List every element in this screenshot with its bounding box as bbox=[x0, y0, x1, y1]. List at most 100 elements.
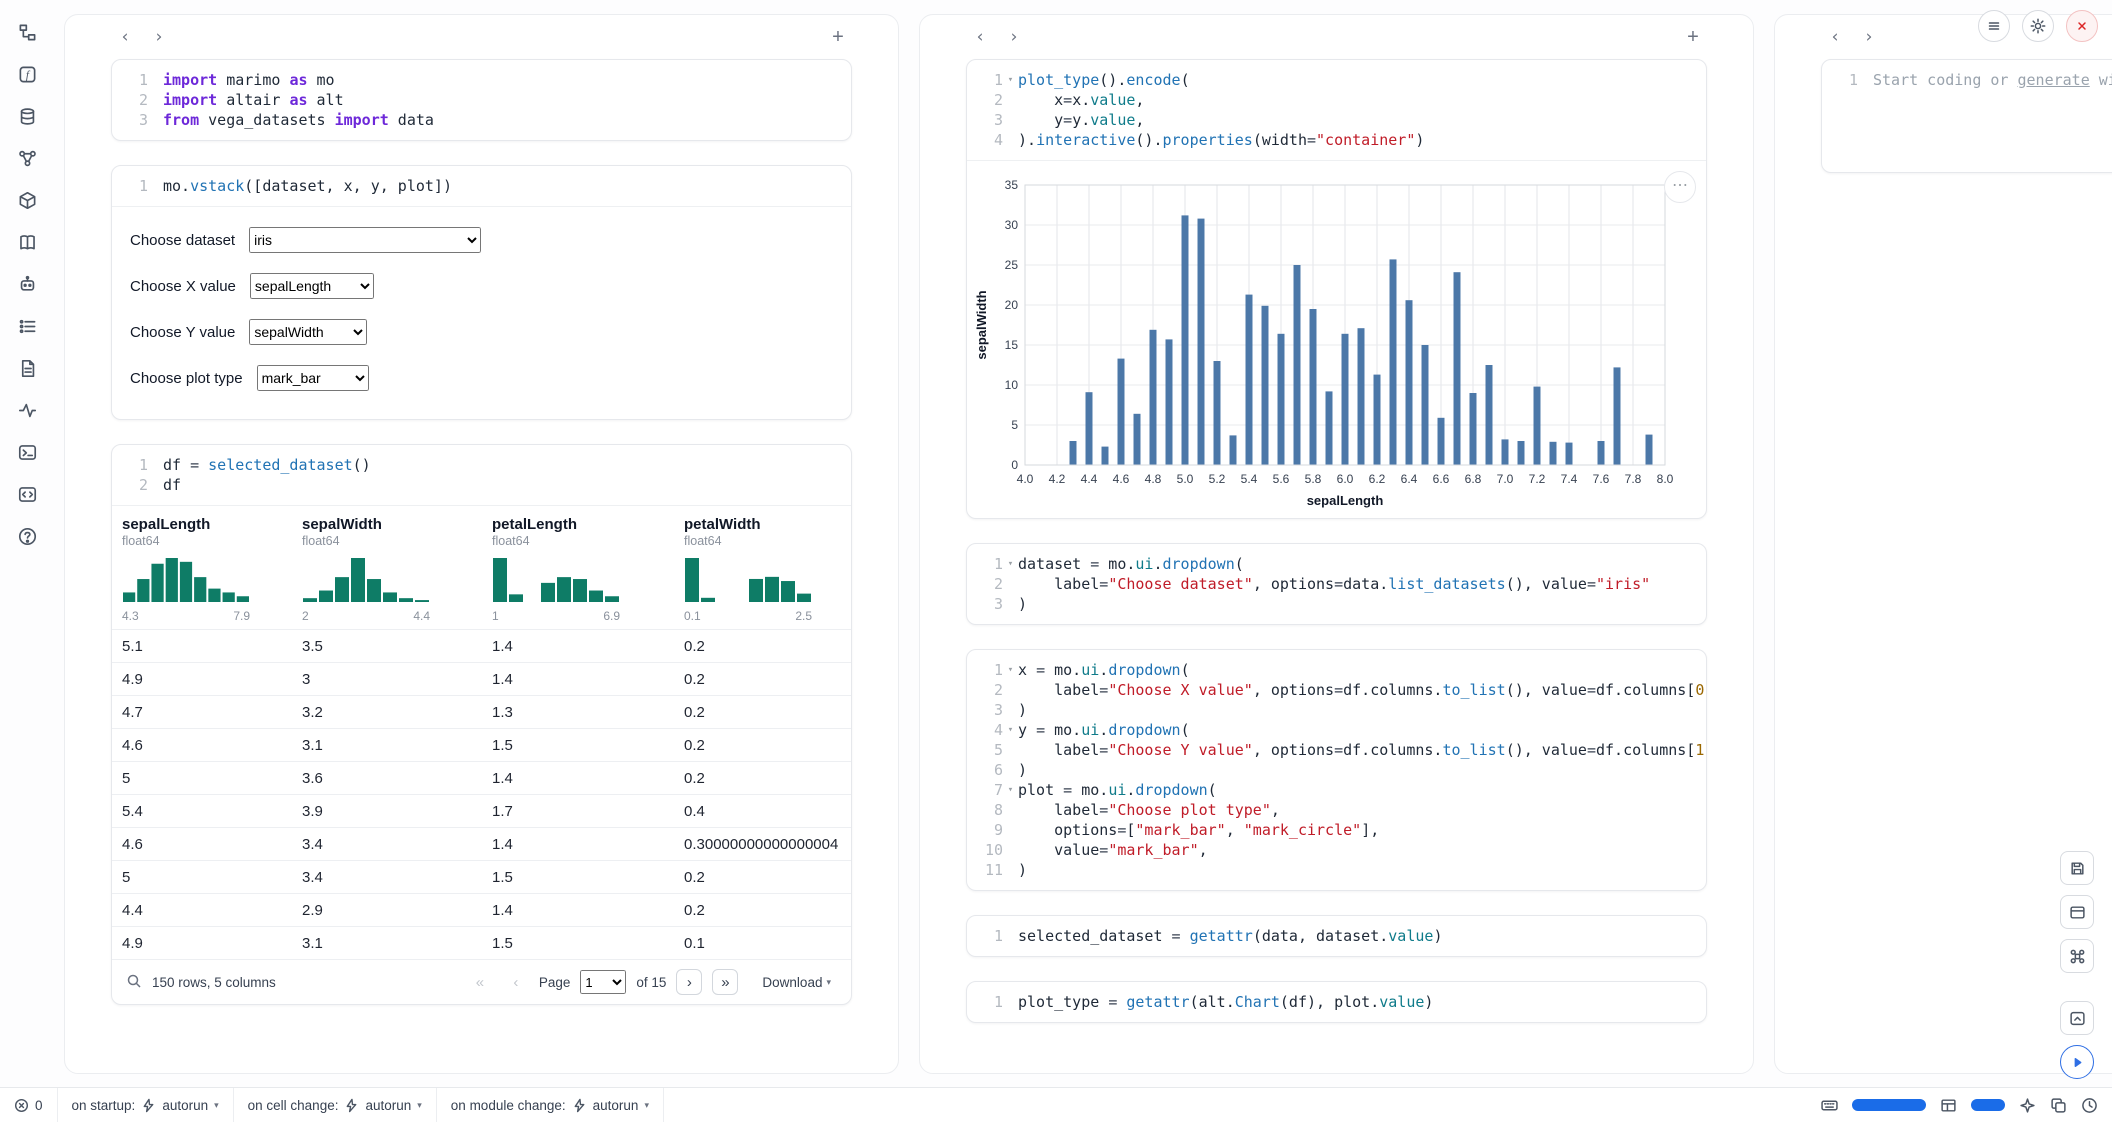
datasources-icon[interactable] bbox=[11, 100, 43, 132]
prev-page-button[interactable]: ‹ bbox=[503, 969, 529, 995]
table-cell: 4.6 bbox=[112, 729, 292, 762]
column-move-right-button[interactable]: › bbox=[1000, 23, 1028, 51]
table-row[interactable]: 4.931.40.2setosa bbox=[112, 663, 852, 696]
choose-x-value-dropdown[interactable]: sepalLength bbox=[250, 273, 374, 299]
code-editor[interactable]: 1▾plot_type().encode(2 x=x.value,3 y=y.v… bbox=[967, 60, 1706, 160]
code-editor[interactable]: 1▾x = mo.ui.dropdown(2 label="Choose X v… bbox=[967, 650, 1706, 890]
svg-text:5.6: 5.6 bbox=[1273, 472, 1290, 486]
settings-button[interactable] bbox=[2022, 10, 2054, 42]
table-row[interactable]: 53.61.40.2setosa bbox=[112, 762, 852, 795]
console-toggle-button[interactable] bbox=[2060, 1001, 2094, 1035]
code-editor[interactable]: 1plot_type = getattr(alt.Chart(df), plot… bbox=[967, 982, 1706, 1022]
file-tree-icon[interactable] bbox=[11, 16, 43, 48]
column-1: ‹ › + 1import marimo as mo2import altair… bbox=[64, 14, 899, 1074]
table-row[interactable]: 4.93.11.50.1setosa bbox=[112, 927, 852, 960]
column-header-sepalLength[interactable]: sepalLengthfloat644.37.9 bbox=[112, 506, 292, 630]
svg-text:6.4: 6.4 bbox=[1401, 472, 1418, 486]
code-editor[interactable]: 1df = selected_dataset()2df bbox=[112, 445, 851, 505]
column-move-right-button[interactable]: › bbox=[145, 23, 173, 51]
code-editor[interactable]: 1 Start coding or generate with AI bbox=[1822, 60, 2112, 172]
column-2-header: ‹ › + bbox=[966, 15, 1707, 59]
terminal-icon[interactable] bbox=[11, 436, 43, 468]
column-header-petalLength[interactable]: petalLengthfloat6416.9 bbox=[482, 506, 674, 630]
table-cell: 0.2 bbox=[674, 762, 852, 795]
tracing-icon[interactable] bbox=[11, 394, 43, 426]
table-cell: 5 bbox=[112, 762, 292, 795]
column-1-header: ‹ › + bbox=[111, 15, 852, 59]
next-page-button[interactable]: › bbox=[676, 969, 702, 995]
table-cell: 3.1 bbox=[292, 729, 482, 762]
add-cell-button[interactable]: + bbox=[1679, 23, 1707, 51]
fold-chevron-icon[interactable]: ▾ bbox=[1003, 70, 1018, 90]
table-icon[interactable] bbox=[1940, 1097, 1957, 1114]
code-line: 11) bbox=[975, 860, 1692, 880]
fold-chevron-icon[interactable]: ▾ bbox=[1003, 780, 1018, 800]
download-button[interactable]: Download▾ bbox=[756, 974, 837, 991]
vstack-output: Choose datasetirisChoose X valuesepalLen… bbox=[112, 206, 851, 419]
outline-icon[interactable] bbox=[11, 310, 43, 342]
play-icon bbox=[2069, 1054, 2086, 1071]
packages-icon[interactable] bbox=[11, 184, 43, 216]
add-cell-button[interactable]: + bbox=[824, 23, 852, 51]
code-editor[interactable]: 1selected_dataset = getattr(data, datase… bbox=[967, 916, 1706, 956]
column-header-sepalWidth[interactable]: sepalWidthfloat6424.4 bbox=[292, 506, 482, 630]
snippets-icon[interactable] bbox=[11, 478, 43, 510]
layout-button[interactable] bbox=[2060, 895, 2094, 929]
svg-text:6.6: 6.6 bbox=[1433, 472, 1450, 486]
menu-button[interactable] bbox=[1978, 10, 2010, 42]
run-all-button[interactable] bbox=[2060, 1045, 2094, 1079]
svg-text:10: 10 bbox=[1005, 378, 1019, 392]
table-row[interactable]: 4.63.11.50.2setosa bbox=[112, 729, 852, 762]
column-move-right-button[interactable]: › bbox=[1855, 23, 1883, 51]
altair-bar-chart[interactable]: 4.04.24.44.64.85.05.25.45.65.86.06.26.46… bbox=[973, 175, 1673, 509]
keyboard-icon[interactable] bbox=[1821, 1097, 1838, 1114]
altair-chart-container[interactable]: 4.04.24.44.64.85.05.25.45.65.86.06.26.46… bbox=[967, 161, 1706, 518]
last-page-button[interactable]: » bbox=[712, 969, 738, 995]
column-move-left-button[interactable]: ‹ bbox=[1821, 23, 1849, 51]
error-count: 0 bbox=[35, 1098, 43, 1113]
table-row[interactable]: 5.13.51.40.2setosa bbox=[112, 630, 852, 663]
choose-y-value-dropdown[interactable]: sepalWidth bbox=[249, 319, 367, 345]
column-move-left-button[interactable]: ‹ bbox=[111, 23, 139, 51]
table-row[interactable]: 53.41.50.2setosa bbox=[112, 861, 852, 894]
code-line: 1▾x = mo.ui.dropdown( bbox=[975, 660, 1692, 680]
first-page-button[interactable]: « bbox=[467, 969, 493, 995]
table-row[interactable]: 4.42.91.40.2setosa bbox=[112, 894, 852, 927]
sparkle-icon[interactable] bbox=[2019, 1097, 2036, 1114]
chart-menu-button[interactable]: ⋯ bbox=[1664, 171, 1696, 203]
search-icon[interactable] bbox=[126, 973, 142, 992]
page-select[interactable]: 1 bbox=[580, 970, 626, 994]
fold-chevron-icon[interactable]: ▾ bbox=[1003, 660, 1018, 680]
on-cell-change-setting[interactable]: on cell change: autorun ▾ bbox=[234, 1088, 436, 1122]
variables-icon[interactable] bbox=[11, 142, 43, 174]
on-startup-setting[interactable]: on startup: autorun ▾ bbox=[58, 1088, 233, 1122]
column-header-petalWidth[interactable]: petalWidthfloat640.12.5 bbox=[674, 506, 852, 630]
logs-icon[interactable] bbox=[11, 352, 43, 384]
choose-dataset-dropdown[interactable]: iris bbox=[249, 227, 481, 253]
documentation-icon[interactable] bbox=[11, 226, 43, 258]
notebook-icon[interactable]: f bbox=[11, 58, 43, 90]
ai-chat-icon[interactable] bbox=[11, 268, 43, 300]
code-editor[interactable]: 1▾dataset = mo.ui.dropdown(2 label="Choo… bbox=[967, 544, 1706, 624]
column-move-left-button[interactable]: ‹ bbox=[966, 23, 994, 51]
save-button[interactable] bbox=[2060, 851, 2094, 885]
fold-chevron-icon[interactable]: ▾ bbox=[1003, 720, 1018, 740]
svg-text:5.8: 5.8 bbox=[1305, 472, 1322, 486]
choose-plot-type-dropdown[interactable]: mark_bar bbox=[257, 365, 369, 391]
table-row[interactable]: 4.63.41.40.30000000000000004setosa bbox=[112, 828, 852, 861]
keyboard-shortcuts-button[interactable] bbox=[2060, 939, 2094, 973]
clock-icon[interactable] bbox=[2081, 1097, 2098, 1114]
on-module-change-setting[interactable]: on module change: autorun ▾ bbox=[437, 1088, 663, 1122]
table-row[interactable]: 5.43.91.70.4setosa bbox=[112, 795, 852, 828]
code-editor[interactable]: 1mo.vstack([dataset, x, y, plot]) bbox=[112, 166, 851, 206]
fold-chevron-icon[interactable]: ▾ bbox=[1003, 554, 1018, 574]
command-icon bbox=[2069, 948, 2086, 965]
shutdown-button[interactable] bbox=[2066, 10, 2098, 42]
generate-with-ai-link[interactable]: generate bbox=[2018, 71, 2090, 89]
copy-icon[interactable] bbox=[2050, 1097, 2067, 1114]
svg-text:5.2: 5.2 bbox=[1209, 472, 1226, 486]
table-row[interactable]: 4.73.21.30.2setosa bbox=[112, 696, 852, 729]
errors-indicator[interactable]: 0 bbox=[0, 1088, 57, 1122]
help-icon[interactable] bbox=[11, 520, 43, 552]
code-editor[interactable]: 1import marimo as mo2import altair as al… bbox=[112, 60, 851, 140]
